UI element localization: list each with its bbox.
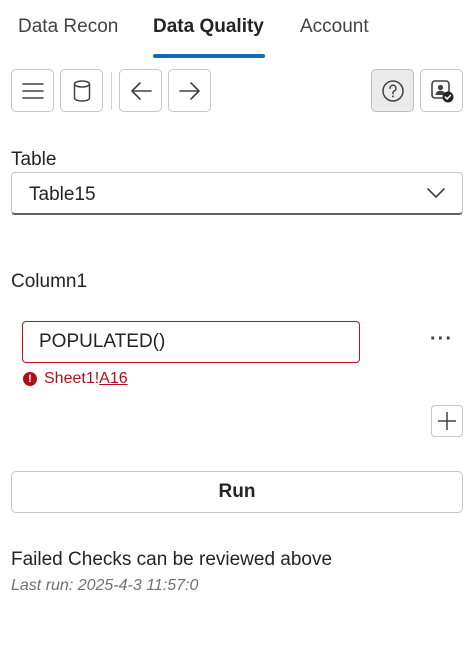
user-verified-icon	[430, 79, 453, 102]
status-message: Failed Checks can be reviewed above	[11, 549, 333, 570]
table-select[interactable]: Table15	[11, 172, 463, 215]
help-button[interactable]	[371, 69, 414, 112]
table-label: Table	[11, 149, 57, 170]
error-cell-link[interactable]: A16	[99, 370, 127, 388]
validation-error: ! Sheet1! A16	[23, 369, 128, 389]
chevron-down-icon	[427, 188, 445, 198]
database-icon	[73, 79, 90, 102]
arrow-left-icon	[130, 81, 152, 100]
hamburger-menu-icon	[21, 82, 44, 99]
error-location-prefix: Sheet1!	[44, 370, 100, 387]
toolbar-divider	[111, 72, 112, 110]
error-icon: !	[23, 372, 37, 386]
column-label: Column1	[11, 271, 88, 292]
back-button[interactable]	[119, 69, 162, 112]
run-button[interactable]: Run	[11, 471, 463, 513]
database-button[interactable]	[60, 69, 103, 112]
more-options-button[interactable]: ···	[430, 328, 453, 351]
plus-icon	[438, 412, 456, 430]
tab-bar: Data Recon Data Quality Account	[0, 0, 474, 60]
table-select-value: Table15	[29, 184, 96, 205]
add-rule-button[interactable]	[431, 405, 463, 437]
active-tab-indicator	[153, 54, 265, 58]
tab-data-quality[interactable]: Data Quality	[153, 16, 264, 38]
arrow-right-icon	[178, 81, 200, 100]
help-icon	[381, 79, 404, 102]
forward-button[interactable]	[168, 69, 211, 112]
account-status-button[interactable]	[420, 69, 463, 112]
tab-account[interactable]: Account	[300, 16, 369, 38]
menu-button[interactable]	[11, 69, 54, 112]
rule-input[interactable]: POPULATED()	[22, 321, 360, 363]
last-run-timestamp: Last run: 2025-4-3 11:57:0	[11, 577, 199, 594]
tab-data-recon[interactable]: Data Recon	[18, 16, 118, 38]
